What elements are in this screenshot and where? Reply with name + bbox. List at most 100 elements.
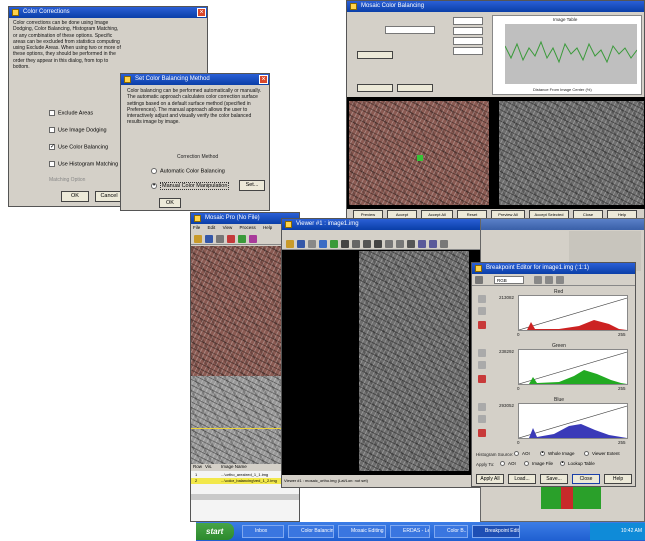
grid-icon[interactable] <box>363 240 371 248</box>
apply-all-button[interactable]: Apply All <box>476 474 504 484</box>
surface-method-field[interactable] <box>385 26 435 34</box>
set-color-balancing-ok-button[interactable]: OK <box>159 198 181 208</box>
save-button[interactable]: Save... <box>540 474 568 484</box>
cursor-icon[interactable] <box>407 240 415 248</box>
graph-plot-area <box>504 24 638 84</box>
apply-image-file-radio[interactable]: Image File <box>524 461 553 467</box>
source-image[interactable] <box>349 101 489 205</box>
band-icon[interactable] <box>478 349 486 357</box>
pan-icon[interactable] <box>352 240 360 248</box>
viewer-toolbar <box>282 230 480 250</box>
exclude-areas-checkbox[interactable]: Exclude Areas <box>49 110 93 116</box>
ok-button[interactable]: OK <box>61 191 89 202</box>
band-icon[interactable] <box>478 361 486 369</box>
open-icon[interactable] <box>194 235 202 243</box>
menu-process[interactable]: Process <box>240 225 256 230</box>
axis-max: 255 <box>618 386 626 391</box>
crosshair-marker <box>417 155 423 161</box>
table-scrollbar[interactable] <box>191 494 299 500</box>
menu-view[interactable]: View <box>223 225 233 230</box>
point-icon[interactable] <box>545 276 553 284</box>
open-icon[interactable] <box>286 240 294 248</box>
color-balancing-window: Mosaic Color Balancing Image Table Dista… <box>346 0 645 222</box>
close-icon[interactable]: × <box>197 8 206 17</box>
apply-aoi-radio[interactable]: AOI <box>500 461 516 467</box>
fit-icon[interactable] <box>374 240 382 248</box>
undo-icon[interactable] <box>556 276 564 284</box>
compute-button[interactable] <box>357 84 393 92</box>
app-icon <box>12 9 19 16</box>
viewer-image[interactable] <box>359 251 469 471</box>
menu-file[interactable]: File <box>193 225 200 230</box>
param-field-4[interactable] <box>453 47 483 55</box>
viewer-status-text: Viewer #1 : mosaic_ortho.img (Lat/Lon: n… <box>284 478 368 483</box>
layer-icon[interactable] <box>330 240 338 248</box>
menu-edit[interactable]: Edit <box>208 225 216 230</box>
viewer-window: Viewer #1 : image1.img Viewer #1 : mosai… <box>281 218 481 488</box>
zoom-out-icon[interactable] <box>429 240 437 248</box>
task-breakpoint-editor[interactable]: Breakpoint Editor <box>472 525 520 538</box>
param-field-2[interactable] <box>453 27 483 35</box>
apply-lookup-table-radio[interactable]: • Lookup Table <box>560 461 595 467</box>
set-button[interactable]: Set... <box>239 180 265 191</box>
zoom-in-icon[interactable] <box>418 240 426 248</box>
menu-help[interactable]: Help <box>263 225 272 230</box>
select-icon[interactable] <box>238 235 246 243</box>
axis-max: 255 <box>618 440 626 445</box>
plus-icon[interactable] <box>396 240 404 248</box>
print-icon[interactable] <box>216 235 224 243</box>
breakpoint-help-button[interactable]: Help <box>604 474 632 484</box>
band-icon[interactable] <box>478 429 486 437</box>
automatic-color-balancing-radio[interactable]: Automatic Color Balancing <box>151 168 225 174</box>
color-balancing-title: Mosaic Color Balancing <box>361 3 425 9</box>
source-aoi-radio[interactable]: AOI <box>514 451 530 457</box>
roam-icon[interactable] <box>440 240 448 248</box>
task-erdas[interactable]: ERDAS - Leica <box>390 525 430 538</box>
source-whole-image-radio[interactable]: • Whole Image <box>540 451 575 457</box>
breakpoint-editor-title: Breakpoint Editor for image1.img (:1:1) <box>486 265 590 271</box>
close-icon[interactable]: × <box>259 75 268 84</box>
band-icon[interactable] <box>478 307 486 315</box>
load-button[interactable]: Load... <box>508 474 536 484</box>
histogram-red[interactable] <box>518 295 628 331</box>
band-icon[interactable] <box>478 295 486 303</box>
band-selector[interactable]: RGB <box>494 276 524 284</box>
manual-color-manipulation-radio[interactable]: • Manual Color Manipulation <box>151 182 230 191</box>
image-dodging-checkbox[interactable]: Use Image Dodging <box>49 127 107 133</box>
reset-center-button[interactable] <box>357 51 393 59</box>
area-icon[interactable] <box>249 235 257 243</box>
start-button[interactable]: start <box>196 523 234 540</box>
histogram-blue[interactable] <box>518 403 628 439</box>
inquire-icon[interactable] <box>341 240 349 248</box>
apply-button[interactable] <box>397 84 433 92</box>
band-icon[interactable] <box>478 415 486 423</box>
task-inbox[interactable]: Inbox <box>242 525 284 538</box>
band-max: 213082 <box>499 295 515 300</box>
histogram-green[interactable] <box>518 349 628 385</box>
task-mosaic-editing[interactable]: Mosaic Editing <box>338 525 386 538</box>
source-viewer-extent-radio[interactable]: Viewer Extent <box>584 451 620 457</box>
param-field-1[interactable] <box>453 17 483 25</box>
histogram-red-svg <box>518 297 628 331</box>
save-icon[interactable] <box>205 235 213 243</box>
copy-icon[interactable] <box>308 240 316 248</box>
select-icon[interactable] <box>475 276 483 284</box>
breakpoint-close-button[interactable]: Close <box>572 474 600 484</box>
band-icon[interactable] <box>478 321 486 329</box>
param-field-3[interactable] <box>453 37 483 45</box>
minus-icon[interactable] <box>385 240 393 248</box>
task-color-b[interactable]: Color B... <box>434 525 468 538</box>
balanced-image[interactable] <box>499 101 644 205</box>
cancel-button[interactable]: Cancel <box>95 191 123 202</box>
save-icon[interactable] <box>297 240 305 248</box>
set-color-balancing-description: Color balancing can be performed automat… <box>127 88 262 126</box>
band-icon[interactable] <box>478 375 486 383</box>
col-vis: Vis. <box>205 464 213 469</box>
add-image-icon[interactable] <box>227 235 235 243</box>
info-icon[interactable] <box>319 240 327 248</box>
curve-icon[interactable] <box>534 276 542 284</box>
task-color-balancing[interactable]: Color Balancing <box>288 525 334 538</box>
color-balancing-checkbox[interactable]: ✓ Use Color Balancing <box>49 144 108 150</box>
band-icon[interactable] <box>478 403 486 411</box>
histogram-matching-checkbox[interactable]: Use Histogram Matching <box>49 161 118 167</box>
